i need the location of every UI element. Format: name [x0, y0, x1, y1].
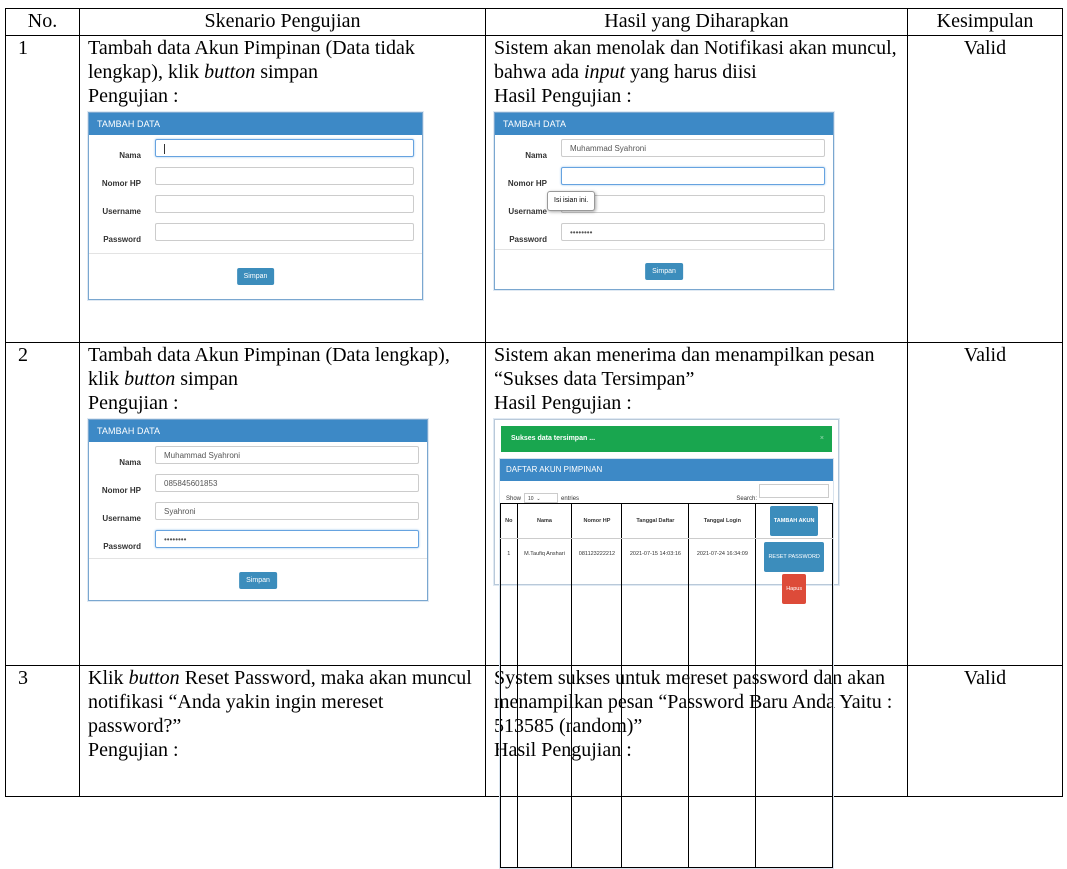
success-screenshot: Sukses data tersimpan ... × DAFTAR AKUN P…: [494, 419, 839, 869]
hasil-pengujian-label: Hasil Pengujian :: [494, 85, 632, 107]
nama-input[interactable]: Muhammad Syahroni: [561, 139, 825, 157]
hasil-pengujian-label: Hasil Pengujian :: [494, 392, 632, 414]
akun-table: No Nama Nomor HP Tanggal Daftar Tanggal …: [500, 503, 833, 868]
entries-select[interactable]: 10 ⌄: [524, 493, 559, 504]
skenario-cell: Tambah data Akun Pimpinan (Data tidak le…: [79, 35, 486, 343]
skenario-cell: Tambah data Akun Pimpinan (Data lengkap)…: [79, 342, 486, 666]
form-header: TAMBAH DATA: [89, 113, 422, 135]
table-row: 1 Tambah data Akun Pimpinan (Data tidak …: [5, 35, 1063, 343]
row-number: 3: [5, 665, 80, 797]
reset-password-button[interactable]: RESET PASSWORD: [764, 542, 824, 572]
form-header: TAMBAH DATA: [495, 113, 833, 135]
row-number: 2: [5, 342, 80, 666]
harapan-cell: Sistem akan menerima dan menampilkan pes…: [485, 342, 908, 869]
search-input[interactable]: [759, 484, 829, 498]
success-alert: Sukses data tersimpan ... ×: [501, 426, 832, 452]
header-kesimpulan: Kesimpulan: [907, 8, 1063, 36]
table-row: 2 Tambah data Akun Pimpinan (Data lengka…: [5, 342, 1063, 869]
form-screenshot: TAMBAH DATA Nama Nomor HP Username Passw…: [88, 112, 423, 300]
table-header-row: No. Skenario Pengujian Hasil yang Dihara…: [5, 8, 1063, 36]
nama-input[interactable]: Muhammad Syahroni: [155, 446, 419, 464]
harapan-cell: Sistem akan menolak dan Notifikasi akan …: [485, 35, 908, 343]
header-skenario: Skenario Pengujian: [79, 8, 486, 36]
password-input[interactable]: ••••••••: [155, 530, 419, 548]
hapus-button[interactable]: Hapus: [782, 574, 807, 604]
simpan-button[interactable]: Simpan: [236, 268, 275, 285]
kesimpulan-cell: Valid: [907, 665, 1063, 797]
nomor-hp-input[interactable]: 085845601853: [155, 474, 419, 492]
test-table: No. Skenario Pengujian Hasil yang Dihara…: [5, 8, 1063, 869]
header-harapan: Hasil yang Diharapkan: [485, 8, 908, 36]
tambah-akun-button[interactable]: TAMBAH AKUN: [769, 506, 819, 536]
akun-panel: DAFTAR AKUN PIMPINAN Show 10 ⌄ entries Sea…: [499, 458, 834, 869]
pengujian-label: Pengujian :: [88, 739, 179, 761]
table-row: 1 M.Taufiq Anshari 081123222212 2021-07-…: [500, 538, 833, 868]
form-screenshot: TAMBAH DATA Nama Muhammad Syahroni Nomor …: [494, 112, 834, 290]
form-screenshot: TAMBAH DATA Nama Muhammad Syahroni Nomor …: [88, 419, 428, 601]
header-no: No.: [5, 8, 80, 36]
nomor-hp-input[interactable]: [561, 167, 825, 185]
username-input[interactable]: Syahroni: [155, 502, 419, 520]
close-icon[interactable]: ×: [820, 426, 824, 452]
panel-title: DAFTAR AKUN PIMPINAN: [500, 459, 833, 481]
row-number: 1: [5, 35, 80, 343]
pengujian-label: Pengujian :: [88, 392, 179, 414]
simpan-button[interactable]: Simpan: [239, 572, 277, 589]
kesimpulan-cell: Valid: [907, 342, 1063, 666]
pengujian-label: Pengujian :: [88, 85, 179, 107]
username-input[interactable]: [155, 195, 414, 213]
nomor-hp-input[interactable]: [155, 167, 414, 185]
username-input[interactable]: [561, 195, 825, 213]
skenario-cell: Klik button Reset Password, maka akan mu…: [79, 665, 486, 797]
form-header: TAMBAH DATA: [89, 420, 427, 442]
password-input[interactable]: ••••••••: [561, 223, 825, 241]
password-input[interactable]: [155, 223, 414, 241]
nama-input[interactable]: [155, 139, 414, 157]
kesimpulan-cell: Valid: [907, 35, 1063, 343]
validation-tooltip: Isi isian ini.: [547, 191, 596, 211]
simpan-button[interactable]: Simpan: [645, 263, 683, 280]
